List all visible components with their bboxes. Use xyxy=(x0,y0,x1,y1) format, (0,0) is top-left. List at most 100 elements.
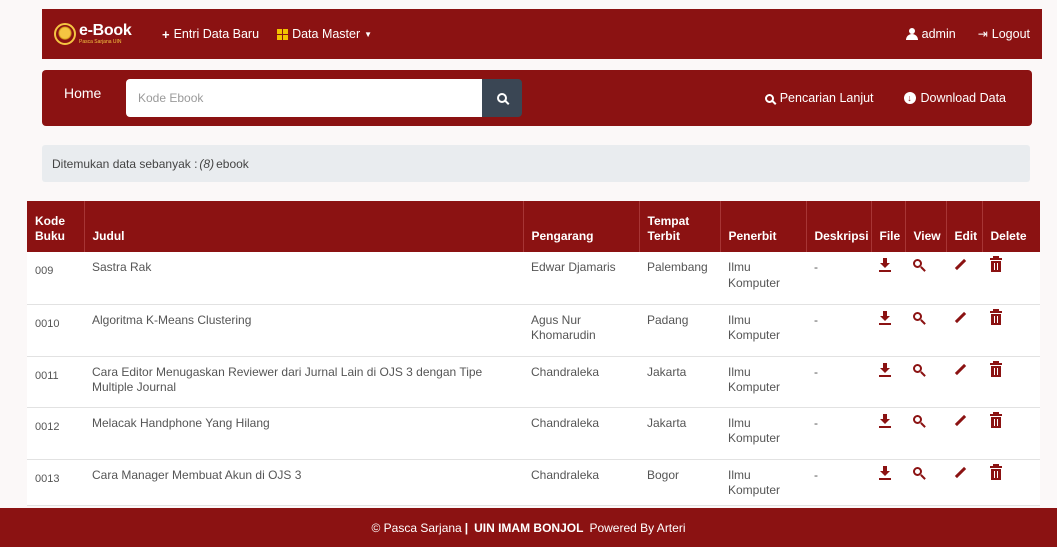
cell-tempat-terbit: Padang xyxy=(639,304,720,357)
header-tempat-terbit[interactable]: Tempat Terbit xyxy=(639,201,721,252)
search-icon xyxy=(764,93,774,103)
view-cell xyxy=(905,356,946,408)
edit-cell xyxy=(946,459,982,506)
footer-separator: | xyxy=(464,520,469,535)
cell-pengarang: Agus Nur Khomarudin xyxy=(523,304,639,357)
ebook-table: Kode Buku Judul Pengarang Tempat Terbit … xyxy=(27,201,1040,506)
table-row: 0012 Melacak Handphone Yang Hilang Chandra… xyxy=(27,407,1040,460)
header-deskripsi[interactable]: Deskripsi xyxy=(806,201,872,252)
download-icon[interactable] xyxy=(879,465,891,480)
header-file: File xyxy=(871,201,906,252)
download-cell xyxy=(871,459,905,506)
result-count-prefix: Ditemukan data sebanyak : xyxy=(52,156,198,171)
download-circle-icon: ↓ xyxy=(903,92,916,104)
cell-deskripsi: - xyxy=(806,459,871,506)
delete-cell xyxy=(982,407,1040,460)
user-menu[interactable]: admin xyxy=(905,27,956,41)
cell-tempat-terbit: Jakarta xyxy=(639,356,720,408)
entri-data-baru-link[interactable]: + Entri Data Baru xyxy=(162,27,259,42)
view-icon[interactable] xyxy=(913,258,927,272)
brand-name: e-Book xyxy=(79,22,132,39)
table-row: 009 Sastra Rak Edwar Djamaris Palembang Ilmu… xyxy=(27,252,1040,305)
footer: © Pasca Sarjana | UIN IMAM BONJOL Powere… xyxy=(0,508,1057,547)
search-icon xyxy=(497,93,507,103)
cell-judul: Algoritma K-Means Clustering xyxy=(84,304,523,357)
grid-icon xyxy=(277,28,289,40)
delete-icon[interactable] xyxy=(990,360,1002,377)
brand[interactable]: e-Book Pasca Sarjana UIN xyxy=(54,23,144,45)
cell-pengarang: Chandraleka xyxy=(523,356,639,408)
header-penerbit[interactable]: Penerbit xyxy=(720,201,807,252)
header-judul[interactable]: Judul xyxy=(84,201,524,252)
table-row: 0013 Cara Manager Membuat Akun di OJS 3 Ch… xyxy=(27,459,1040,506)
view-cell xyxy=(905,304,946,357)
delete-cell xyxy=(982,459,1040,506)
cell-penerbit: Ilmu Komputer xyxy=(720,407,806,460)
cell-pengarang: Chandraleka xyxy=(523,407,639,460)
pencarian-lanjut-link[interactable]: Pencarian Lanjut xyxy=(764,91,874,105)
cell-tempat-terbit: Bogor xyxy=(639,459,720,506)
search-button[interactable] xyxy=(482,79,522,117)
cell-tempat-terbit: Jakarta xyxy=(639,407,720,460)
delete-cell xyxy=(982,356,1040,408)
cell-judul: Cara Manager Membuat Akun di OJS 3 xyxy=(84,459,523,506)
logout-icon: ⇥ xyxy=(977,27,988,41)
view-icon[interactable] xyxy=(913,311,927,325)
view-icon[interactable] xyxy=(913,414,927,428)
cell-kode-buku: 0012 xyxy=(27,407,84,460)
delete-icon[interactable] xyxy=(990,411,1002,428)
download-data-link[interactable]: ↓ Download Data xyxy=(903,91,1006,105)
edit-cell xyxy=(946,356,982,408)
table-row: 0011 Cara Editor Menugaskan Reviewer dari… xyxy=(27,356,1040,408)
search-bar: Home Pencarian Lanjut ↓ Download Data xyxy=(42,70,1032,126)
delete-icon[interactable] xyxy=(990,308,1002,325)
cell-kode-buku: 0011 xyxy=(27,356,84,408)
view-icon[interactable] xyxy=(913,363,927,377)
cell-judul: Cara Editor Menugaskan Reviewer dari Jur… xyxy=(84,356,523,408)
result-count-suffix: ebook xyxy=(216,156,249,171)
view-icon[interactable] xyxy=(913,466,927,480)
table-header-row: Kode Buku Judul Pengarang Tempat Terbit … xyxy=(27,201,1040,252)
delete-cell xyxy=(982,304,1040,357)
download-cell xyxy=(871,407,905,460)
entri-data-baru-label: Entri Data Baru xyxy=(173,27,260,41)
cell-pengarang: Edwar Djamaris xyxy=(523,252,639,305)
logout-label: Logout xyxy=(991,27,1030,41)
pencarian-lanjut-label: Pencarian Lanjut xyxy=(779,91,874,105)
header-delete: Delete xyxy=(982,201,1040,252)
result-count-alert: Ditemukan data sebanyak : (8) ebook xyxy=(42,145,1030,182)
cell-penerbit: Ilmu Komputer xyxy=(720,356,806,408)
edit-icon[interactable] xyxy=(954,466,967,480)
download-data-label: Download Data xyxy=(920,91,1006,105)
cell-deskripsi: - xyxy=(806,304,871,357)
download-icon[interactable] xyxy=(879,413,891,428)
download-cell xyxy=(871,304,905,357)
download-icon[interactable] xyxy=(879,310,891,325)
delete-icon[interactable] xyxy=(990,463,1002,480)
delete-icon[interactable] xyxy=(990,256,1002,272)
edit-icon[interactable] xyxy=(954,258,967,272)
edit-icon[interactable] xyxy=(954,363,967,377)
download-icon[interactable] xyxy=(879,258,891,272)
logout-link[interactable]: ⇥ Logout xyxy=(978,27,1030,41)
search-input[interactable] xyxy=(126,79,482,117)
cell-deskripsi: - xyxy=(806,252,871,305)
view-cell xyxy=(905,459,946,506)
view-cell xyxy=(905,252,946,305)
data-master-dropdown[interactable]: Data Master ▼ xyxy=(277,27,372,41)
cell-deskripsi: - xyxy=(806,407,871,460)
header-pengarang[interactable]: Pengarang xyxy=(523,201,640,252)
cell-pengarang: Chandraleka xyxy=(523,459,639,506)
edit-icon[interactable] xyxy=(954,311,967,325)
view-cell xyxy=(905,407,946,460)
caret-down-icon: ▼ xyxy=(364,29,373,39)
cell-kode-buku: 009 xyxy=(27,252,84,305)
cell-kode-buku: 0013 xyxy=(27,459,84,506)
home-link[interactable]: Home xyxy=(64,85,124,101)
result-count: (8) xyxy=(199,156,215,171)
edit-icon[interactable] xyxy=(954,414,967,428)
footer-powered: Powered By Arteri xyxy=(589,520,686,535)
download-cell xyxy=(871,252,905,305)
download-icon[interactable] xyxy=(879,362,891,377)
header-kode-buku[interactable]: Kode Buku xyxy=(27,201,85,252)
